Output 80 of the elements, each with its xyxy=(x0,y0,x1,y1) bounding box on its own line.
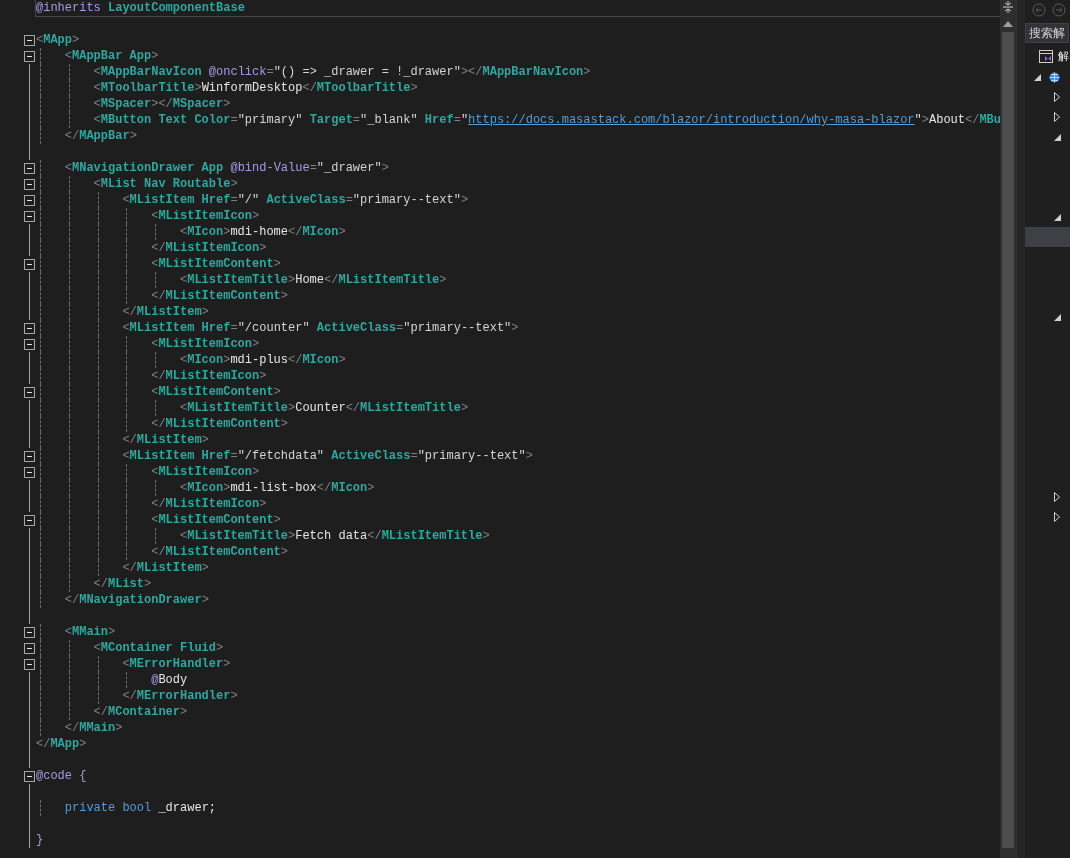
collapse-icon[interactable] xyxy=(24,195,35,206)
code-line: <MListItem Href="/counter" ActiveClass="primary--text"> xyxy=(36,320,519,336)
collapse-icon[interactable] xyxy=(24,515,35,526)
code-line: </MListItemIcon> xyxy=(36,496,267,512)
collapse-icon[interactable] xyxy=(24,323,35,334)
code-line: } xyxy=(36,832,44,848)
code-line: <MListItemTitle>Home</MListItemTitle> xyxy=(36,272,447,288)
code-line: </MAppBar> xyxy=(36,128,137,144)
code-line: @Body xyxy=(36,672,188,688)
collapse-icon[interactable] xyxy=(24,35,35,46)
collapse-icon[interactable] xyxy=(24,387,35,398)
code-line: </MListItem> xyxy=(36,304,209,320)
collapse-icon[interactable] xyxy=(24,771,35,782)
collapsed-arrow-icon[interactable] xyxy=(1054,492,1060,502)
code-line: </MListItem> xyxy=(36,432,209,448)
code-line: <MListItemTitle>Counter</MListItemTitle> xyxy=(36,400,469,416)
code-line: private bool _drawer; xyxy=(36,800,217,816)
code-line: <MListItemContent> xyxy=(36,512,281,528)
collapse-icon[interactable] xyxy=(24,163,35,174)
code-line: <MSpacer></MSpacer> xyxy=(36,96,231,112)
code-line: <MNavigationDrawer App @bind-Value="_drawer"> xyxy=(36,160,389,176)
code-line: </MListItemIcon> xyxy=(36,240,267,256)
expanded-arrow-icon[interactable] xyxy=(1054,133,1061,141)
code-line: @code { xyxy=(36,768,87,784)
code-line: </MListItem> xyxy=(36,560,209,576)
code-line: <MButton Text Color="primary" Target="_blank" Href="https://docs.masastack.com/blazor/introduction/why-masa-blazor">About</MBu xyxy=(36,112,1000,128)
code-line: <MList Nav Routable> xyxy=(36,176,238,192)
scroll-up-icon[interactable] xyxy=(1003,21,1013,27)
url-link[interactable]: https://docs.masastack.com/blazor/introduction/why-masa-blazor xyxy=(468,113,915,127)
collapse-icon[interactable] xyxy=(24,259,35,270)
collapsed-arrow-icon[interactable] xyxy=(1054,112,1060,122)
code-line: <MErrorHandler> xyxy=(36,656,231,672)
code-line: </MErrorHandler> xyxy=(36,688,238,704)
expanded-arrow-icon[interactable] xyxy=(1054,213,1061,221)
collapse-icon[interactable] xyxy=(24,339,35,350)
collapse-icon[interactable] xyxy=(24,643,35,654)
code-line: </MNavigationDrawer> xyxy=(36,592,209,608)
code-line: <MListItemIcon> xyxy=(36,464,260,480)
code-line: <MAppBarNavIcon @onclick="() => _drawer = !_drawer"></MAppBarNavIcon> xyxy=(36,64,591,80)
collapsed-arrow-icon[interactable] xyxy=(1054,512,1060,522)
code-line: <MListItemContent> xyxy=(36,384,281,400)
collapse-icon[interactable] xyxy=(24,627,35,638)
collapse-icon[interactable] xyxy=(24,179,35,190)
code-line: </MListItemIcon> xyxy=(36,368,267,384)
code-line: <MListItemContent> xyxy=(36,256,281,272)
collapse-icon[interactable] xyxy=(24,451,35,462)
code-line: <MListItem Href="/fetchdata" ActiveClass="primary--text"> xyxy=(36,448,533,464)
code-line: </MContainer> xyxy=(36,704,188,720)
code-line: </MListItemContent> xyxy=(36,288,288,304)
code-line: </MListItemContent> xyxy=(36,416,288,432)
code-line: <MIcon>mdi-list-box</MIcon> xyxy=(36,480,375,496)
code-line: <MMain> xyxy=(36,624,116,640)
code-line: <MToolbarTitle>WinformDesktop</MToolbarTitle> xyxy=(36,80,418,96)
tree-label: 解 xyxy=(1058,50,1069,64)
search-field[interactable]: 搜索解 xyxy=(1025,23,1069,43)
code-line: <MIcon>mdi-plus</MIcon> xyxy=(36,352,346,368)
code-line: <MAppBar App> xyxy=(36,48,159,64)
code-line: </MListItemContent> xyxy=(36,544,288,560)
expanded-arrow-icon[interactable] xyxy=(1034,73,1041,81)
code-line: </MApp> xyxy=(36,736,87,752)
code-line: <MContainer Fluid> xyxy=(36,640,224,656)
code-line: @inherits LayoutComponentBase xyxy=(36,0,1000,16)
code-line: <MListItemIcon> xyxy=(36,208,260,224)
collapse-icon[interactable] xyxy=(24,467,35,478)
expanded-arrow-icon[interactable] xyxy=(1054,313,1061,321)
code-line: </MMain> xyxy=(36,720,123,736)
globe-icon xyxy=(1049,71,1060,83)
collapse-icon[interactable] xyxy=(24,51,35,62)
code-line: <MListItemTitle>Fetch data</MListItemTitle> xyxy=(36,528,490,544)
split-icon[interactable] xyxy=(1002,1,1014,13)
scrollbar-thumb[interactable] xyxy=(1002,32,1014,848)
solution-icon xyxy=(1039,50,1054,64)
code-line: <MIcon>mdi-home</MIcon> xyxy=(36,224,346,240)
code-line: </MList> xyxy=(36,576,152,592)
code-line: <MApp> xyxy=(36,32,80,48)
collapse-icon[interactable] xyxy=(24,211,35,222)
collapsed-arrow-icon[interactable] xyxy=(1054,92,1060,102)
code-line: <MListItemIcon> xyxy=(36,336,260,352)
code-line: <MListItem Href="/" ActiveClass="primary--text"> xyxy=(36,192,469,208)
collapse-icon[interactable] xyxy=(24,659,35,670)
